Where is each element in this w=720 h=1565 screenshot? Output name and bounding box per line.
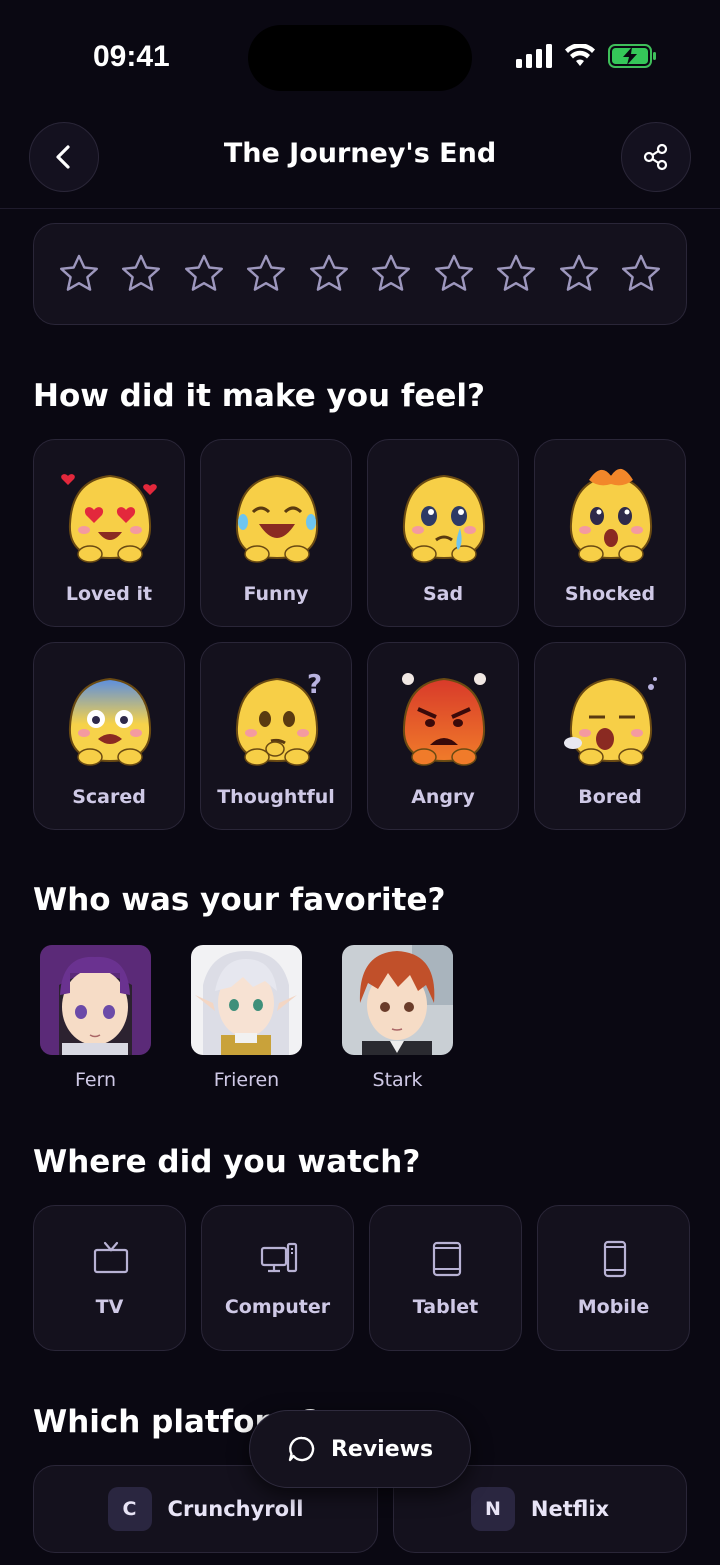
platform-label: Crunchyroll (167, 1497, 304, 1521)
back-button[interactable] (29, 122, 99, 192)
platform-badge: C (107, 1487, 152, 1531)
battery-charging-icon (608, 44, 656, 68)
star-6-icon[interactable] (370, 253, 412, 295)
star-10-icon[interactable] (620, 253, 662, 295)
chevron-left-icon (56, 145, 70, 169)
feelings-title: How did it make you feel? (33, 378, 486, 414)
tablet-icon (432, 1241, 462, 1277)
device-tv-option[interactable]: TV (33, 1205, 186, 1351)
character-fern[interactable]: Fern (40, 945, 151, 1091)
watch-title: Where did you watch? (33, 1144, 421, 1180)
angry-emoji (402, 673, 486, 766)
wifi-icon (565, 44, 595, 66)
chat-bubble-icon (288, 1436, 315, 1462)
emotion-sad-option[interactable]: Sad (367, 439, 519, 627)
star-3-icon[interactable] (183, 253, 225, 295)
page-title: The Journey's End (223, 138, 497, 169)
emotion-shocked-option[interactable]: Shocked (534, 439, 686, 627)
mind-blown-emoji (569, 468, 653, 563)
emotion-bored-option[interactable]: Bored (534, 642, 686, 830)
stark-avatar (342, 945, 453, 1055)
status-time: 09:41 (93, 40, 170, 73)
emotion-grid: Loved it Funny Sad Shocked Scared? Thoughtful… (33, 439, 687, 830)
reviews-label: Reviews (330, 1436, 434, 1462)
star-8-icon[interactable] (495, 253, 537, 295)
device-label: Computer (224, 1296, 331, 1318)
star-1-icon[interactable] (58, 253, 100, 295)
device-grid: TV Computer Tablet Mobile (33, 1205, 690, 1351)
device-label: Mobile (577, 1296, 650, 1318)
crying-emoji (402, 474, 486, 563)
emotion-label: Thoughtful (217, 786, 335, 808)
character-list: Fern Frieren Stark (40, 945, 453, 1091)
frieren-avatar (191, 945, 302, 1055)
device-mobile-option[interactable]: Mobile (537, 1205, 690, 1351)
emotion-thoughtful-option[interactable]: ? Thoughtful (200, 642, 352, 830)
emotion-label: Scared (72, 786, 146, 808)
top-navigation: The Journey's End (0, 122, 720, 209)
star-4-icon[interactable] (245, 253, 287, 295)
share-button[interactable] (621, 122, 691, 192)
emotion-label: Loved it (65, 583, 153, 605)
reviews-button[interactable]: Reviews (249, 1410, 471, 1488)
star-rating (33, 223, 687, 325)
yawning-emoji (564, 677, 657, 766)
status-icons (516, 44, 658, 68)
emotion-label: Sad (422, 583, 464, 605)
star-9-icon[interactable] (558, 253, 600, 295)
platform-label: Netflix (530, 1497, 610, 1521)
emotion-loved-it-option[interactable]: Loved it (33, 439, 185, 627)
character-name: Fern (74, 1069, 117, 1091)
star-2-icon[interactable] (120, 253, 162, 295)
scared-emoji (68, 677, 152, 766)
share-icon (643, 143, 668, 171)
svg-text:?: ? (307, 670, 322, 700)
emotion-angry-option[interactable]: Angry (367, 642, 519, 830)
favorite-title: Who was your favorite? (33, 882, 446, 918)
platform-badge: N (470, 1487, 515, 1531)
character-name: Frieren (213, 1069, 280, 1091)
device-computer-option[interactable]: Computer (201, 1205, 354, 1351)
device-tablet-option[interactable]: Tablet (369, 1205, 522, 1351)
computer-icon (260, 1242, 298, 1273)
emotion-scared-option[interactable]: Scared (33, 642, 185, 830)
character-name: Stark (372, 1069, 423, 1091)
emotion-label: Shocked (564, 583, 656, 605)
character-frieren[interactable]: Frieren (191, 945, 302, 1091)
star-5-icon[interactable] (308, 253, 350, 295)
status-bar: 09:41 (0, 0, 720, 110)
signal-icon (516, 44, 552, 68)
device-label: TV (95, 1296, 124, 1318)
fern-avatar (40, 945, 151, 1055)
device-label: Tablet (412, 1296, 479, 1318)
mobile-icon (603, 1240, 627, 1278)
thinking-emoji: ? (235, 670, 322, 766)
emotion-label: Funny (243, 583, 309, 605)
star-7-icon[interactable] (433, 253, 475, 295)
character-stark[interactable]: Stark (342, 945, 453, 1091)
emotion-label: Angry (411, 786, 475, 808)
dynamic-island (248, 25, 472, 91)
heart-eyes-emoji (61, 474, 157, 563)
tv-icon (93, 1241, 129, 1274)
laughing-emoji (235, 474, 319, 563)
emotion-label: Bored (578, 786, 642, 808)
emotion-funny-option[interactable]: Funny (200, 439, 352, 627)
